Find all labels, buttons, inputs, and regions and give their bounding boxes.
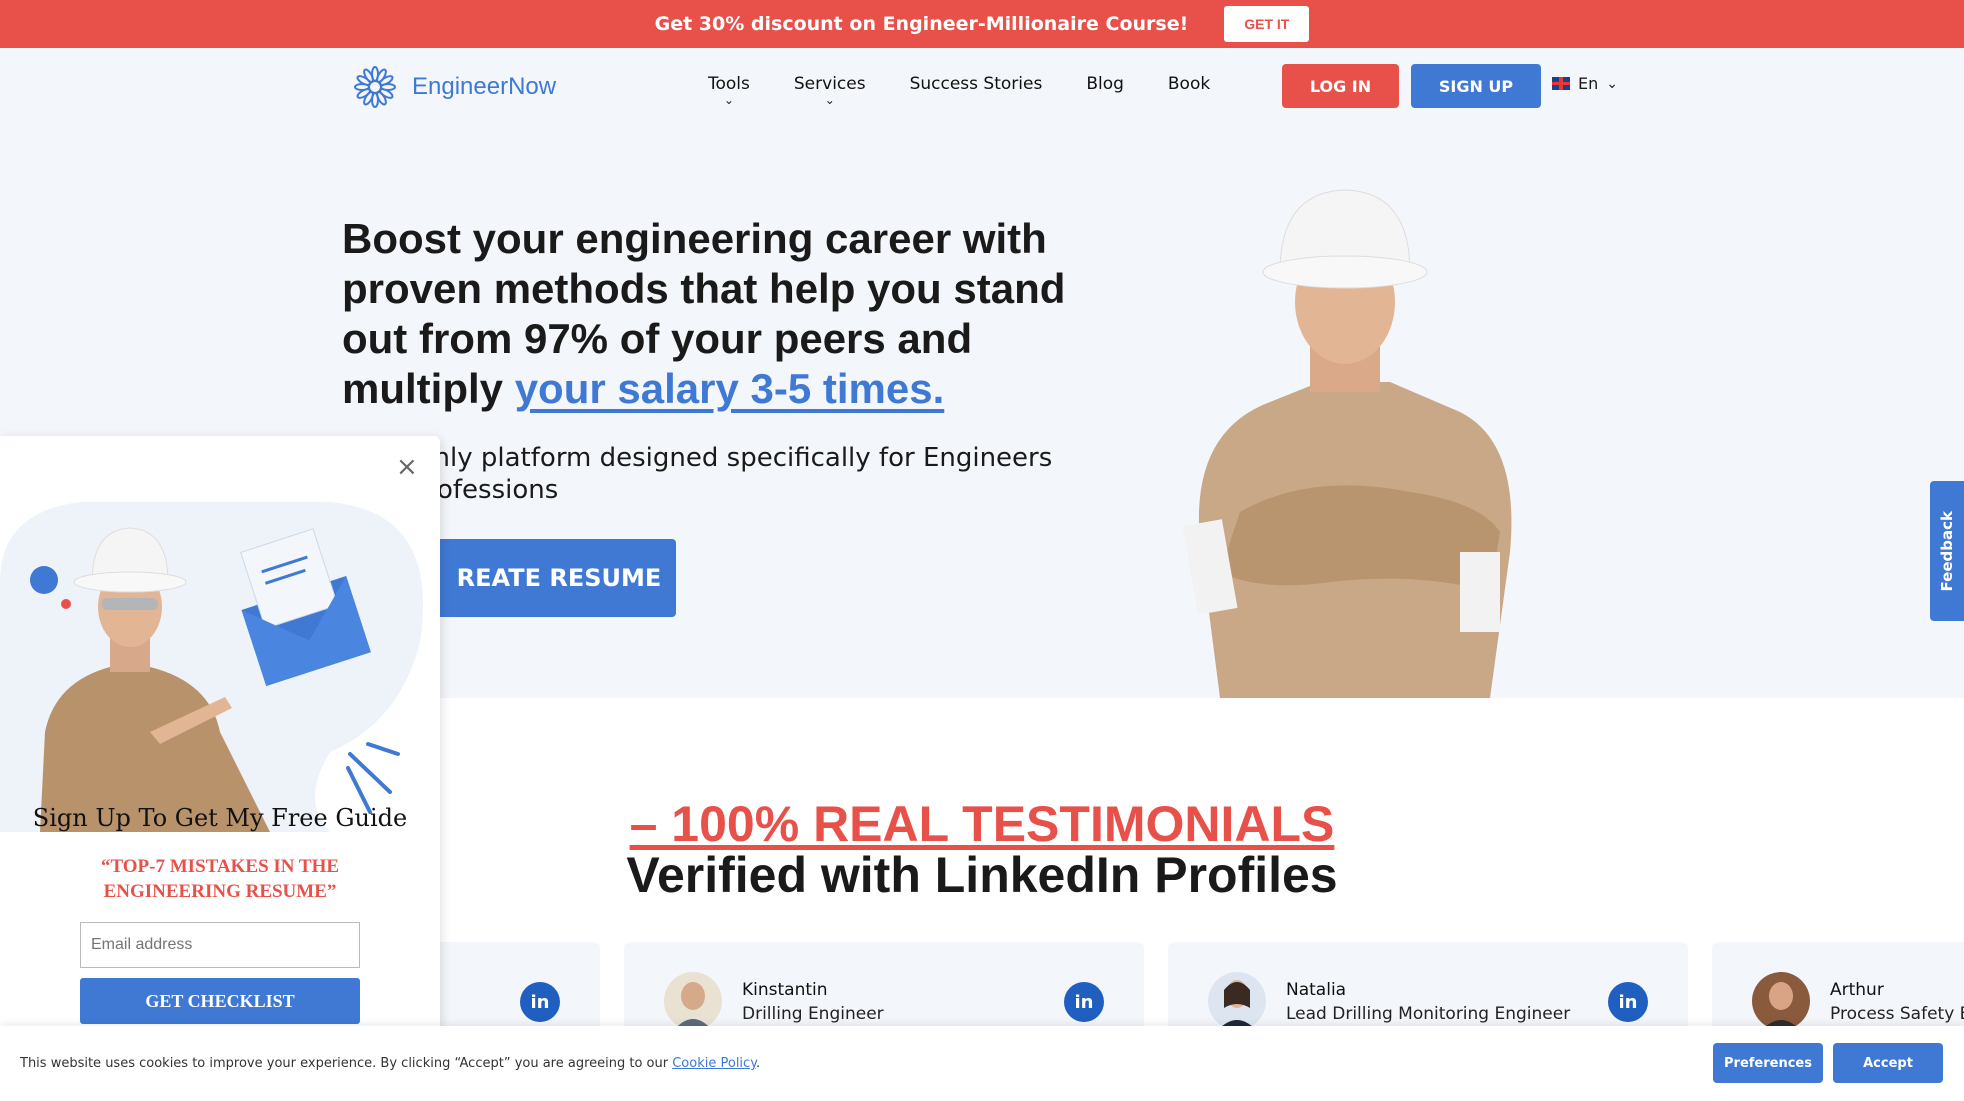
chevron-down-icon: ⌄	[824, 93, 835, 107]
linkedin-icon[interactable]: in	[1608, 982, 1648, 1022]
logo-icon	[354, 66, 396, 108]
testimonial-role: Drilling Engineer	[742, 1004, 884, 1024]
get-it-button[interactable]: GET IT	[1224, 6, 1310, 42]
testimonial-name: Kinstantin	[742, 980, 828, 1000]
feedback-tab[interactable]: Feedback	[1930, 481, 1964, 621]
nav-item-label: Success Stories	[909, 74, 1043, 94]
hero-subline-line2: ofessions	[437, 475, 559, 505]
linkedin-icon[interactable]: in	[1064, 982, 1104, 1022]
cookie-text: This website uses cookies to improve you…	[20, 1056, 760, 1071]
popup-title: Sign Up To Get My Free Guide	[32, 804, 408, 832]
testimonial-name: Arthur	[1830, 980, 1884, 1000]
popup-illustration	[0, 502, 424, 832]
cookie-banner: This website uses cookies to improve you…	[0, 1026, 1964, 1101]
hero-subline-line1: t and only platform designed specificall…	[342, 443, 1053, 473]
popup-guide-title: “TOP-7 MISTAKES IN THE ENGINEERING RESUM…	[60, 854, 380, 904]
language-label: En	[1578, 74, 1599, 93]
testimonial-name: Natalia	[1286, 980, 1347, 1000]
signup-popup: × Sign Up To Get My Free Guide “TOP-7 MI…	[0, 436, 440, 1036]
chevron-down-icon: ⌄	[1606, 75, 1618, 92]
email-field[interactable]	[80, 922, 360, 968]
logo-text: EngineerNow	[412, 73, 557, 100]
main-nav: Tools ⌄ Services ⌄ Success Stories Blog …	[708, 74, 1210, 106]
nav-item-success-stories[interactable]: Success Stories	[910, 74, 1043, 106]
cookie-message: This website uses cookies to improve you…	[20, 1056, 673, 1071]
promo-text: Get 30% discount on Engineer-Millionaire…	[654, 13, 1189, 35]
nav-item-book[interactable]: Book	[1168, 74, 1210, 106]
testimonial-card[interactable]: Kinstantin Drilling Engineer in	[624, 942, 1144, 1032]
engineer-photo	[1182, 189, 1512, 698]
login-button[interactable]: LOG IN	[1282, 64, 1399, 108]
popup-guide-line1: “TOP-7 MISTAKES IN THE	[100, 856, 340, 877]
accept-button[interactable]: Accept	[1833, 1043, 1943, 1083]
uk-flag-icon	[1552, 77, 1570, 90]
get-checklist-button[interactable]: GET CHECKLIST	[80, 978, 360, 1024]
logo[interactable]: EngineerNow	[354, 66, 556, 108]
language-selector[interactable]: En ⌄	[1552, 74, 1618, 93]
nav-item-blog[interactable]: Blog	[1086, 74, 1124, 106]
hero-headline-highlight: your salary 3-5 times.	[514, 365, 945, 412]
popup-guide-line2: ENGINEERING RESUME”	[103, 881, 337, 902]
testimonial-card[interactable]: Natalia Lead Drilling Monitoring Enginee…	[1168, 942, 1688, 1032]
cookie-suffix: .	[756, 1056, 761, 1071]
close-icon[interactable]: ×	[396, 454, 418, 480]
testimonial-role: Process Safety E	[1830, 1004, 1964, 1024]
testimonial-role: Lead Drilling Monitoring Engineer	[1286, 1004, 1571, 1024]
nav-item-label: Book	[1167, 74, 1211, 94]
testimonial-card-partial[interactable]: Arthur Process Safety E	[1712, 942, 1964, 1032]
avatar	[664, 972, 722, 1030]
nav-item-label: Services	[793, 74, 866, 94]
nav-item-label: Tools	[708, 74, 750, 94]
nav-item-tools[interactable]: Tools ⌄	[708, 74, 750, 106]
signup-button[interactable]: SIGN UP	[1411, 64, 1541, 108]
hero-headline: Boost your engineering career with prove…	[342, 214, 1142, 414]
avatar	[1208, 972, 1266, 1030]
linkedin-icon[interactable]: in	[520, 982, 560, 1022]
avatar	[1752, 972, 1810, 1030]
preferences-button[interactable]: Preferences	[1713, 1043, 1823, 1083]
feedback-label: Feedback	[1938, 510, 1956, 592]
chevron-down-icon: ⌄	[723, 93, 734, 107]
hero-subline: t and only platform designed specificall…	[342, 442, 1162, 506]
nav-item-label: Blog	[1086, 74, 1124, 94]
site-header: EngineerNow Tools ⌄ Services ⌄ Success S…	[0, 48, 1964, 172]
cookie-policy-link[interactable]: Cookie Policy	[672, 1056, 756, 1071]
nav-item-services[interactable]: Services ⌄	[794, 74, 866, 106]
promo-bar: Get 30% discount on Engineer-Millionaire…	[0, 0, 1964, 48]
